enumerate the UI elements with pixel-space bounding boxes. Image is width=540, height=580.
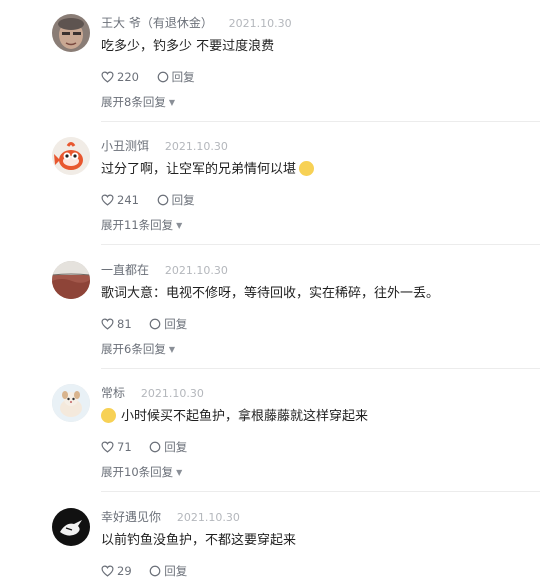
reply-button[interactable]: 回复 <box>149 316 187 332</box>
reply-label: 回复 <box>171 193 195 207</box>
expand-replies-button[interactable]: 展开11条回复 ▼ <box>101 217 182 233</box>
like-count: 71 <box>117 440 132 454</box>
comment-actions: 241 回复 <box>101 192 209 208</box>
username[interactable]: 幸好遇见你 <box>101 510 161 524</box>
expand-replies-label: 展开6条回复 <box>101 342 166 356</box>
username[interactable]: 常标 <box>101 386 125 400</box>
expand-replies-button[interactable]: 展开10条回复 ▼ <box>101 464 182 480</box>
heart-icon <box>101 71 114 83</box>
reply-label: 回复 <box>164 564 188 578</box>
comment-text: 以前钓鱼没鱼护，不都这要穿起来 <box>101 533 297 548</box>
comment-text-content: 过分了啊，让空军的兄弟情何以堪 <box>101 162 297 177</box>
smile-face-emoji-icon <box>101 408 116 423</box>
shy-face-emoji-icon <box>299 161 315 176</box>
heart-icon <box>101 318 114 330</box>
comment-header: 常标 2021.10.30 <box>101 385 204 402</box>
like-button[interactable]: 29 <box>101 564 132 578</box>
comment-bubble-icon <box>149 318 161 330</box>
reply-button[interactable]: 回复 <box>157 192 195 208</box>
like-button[interactable]: 71 <box>101 440 132 454</box>
chevron-down-icon: ▼ <box>168 98 175 107</box>
avatar[interactable] <box>52 14 90 52</box>
like-count: 81 <box>117 317 132 331</box>
comment-header: 小丑测饵 2021.10.30 <box>101 138 228 155</box>
like-button[interactable]: 220 <box>101 70 139 84</box>
divider <box>101 244 540 245</box>
timestamp: 2021.10.30 <box>176 511 240 524</box>
divider <box>101 121 540 122</box>
divider <box>101 491 540 492</box>
chevron-down-icon: ▼ <box>176 468 183 477</box>
divider <box>101 368 540 369</box>
reply-label: 回复 <box>164 317 188 331</box>
avatar[interactable] <box>52 508 90 546</box>
comment-header: 王大 爷（有退休金） 2021.10.30 <box>101 15 292 32</box>
heart-icon <box>101 194 114 206</box>
comment-bubble-icon <box>157 71 168 83</box>
chevron-down-icon: ▼ <box>168 345 175 354</box>
comment-text-content: 小时候买不起鱼护，拿根藤藤就这样穿起来 <box>121 409 369 424</box>
reply-button[interactable]: 回复 <box>149 439 187 455</box>
comment-actions: 220 回复 <box>101 69 209 85</box>
comment-header: 一直都在 2021.10.30 <box>101 262 228 279</box>
reply-label: 回复 <box>164 440 188 454</box>
comment-text: 小时候买不起鱼护，拿根藤藤就这样穿起来 <box>101 408 368 426</box>
expand-replies-button[interactable]: 展开6条回复 ▼ <box>101 341 175 357</box>
avatar[interactable] <box>52 137 90 175</box>
comment-text: 过分了啊，让空军的兄弟情何以堪 <box>101 161 315 179</box>
avatar[interactable] <box>52 384 90 422</box>
chevron-down-icon: ▼ <box>176 221 183 230</box>
heart-icon <box>101 441 114 453</box>
like-count: 29 <box>117 564 132 578</box>
username[interactable]: 王大 爷（有退休金） <box>101 16 213 30</box>
comment-header: 幸好遇见你 2021.10.30 <box>101 509 240 526</box>
expand-replies-button[interactable]: 展开8条回复 ▼ <box>101 94 175 110</box>
avatar[interactable] <box>52 261 90 299</box>
username[interactable]: 一直都在 <box>101 263 149 277</box>
comment-actions: 71 回复 <box>101 439 201 455</box>
timestamp: 2021.10.30 <box>164 264 228 277</box>
comment-list: 王大 爷（有退休金） 2021.10.30 吃多少，钓多少 不要过度浪费 220… <box>0 0 540 578</box>
heart-icon <box>101 565 114 577</box>
reply-button[interactable]: 回复 <box>149 563 187 579</box>
reply-button[interactable]: 回复 <box>157 69 195 85</box>
timestamp: 2021.10.30 <box>228 17 292 30</box>
reply-label: 回复 <box>171 70 195 84</box>
comment-bubble-icon <box>157 194 168 206</box>
comment-bubble-icon <box>149 565 161 577</box>
username[interactable]: 小丑测饵 <box>101 139 149 153</box>
expand-replies-label: 展开11条回复 <box>101 218 174 232</box>
comment-text: 歌词大意：电视不修呀，等待回收，实在稀碎，往外一丢。 <box>101 286 440 301</box>
like-button[interactable]: 81 <box>101 317 132 331</box>
comment-text: 吃多少，钓多少 不要过度浪费 <box>101 39 275 54</box>
comment-bubble-icon <box>149 441 161 453</box>
expand-replies-label: 展开10条回复 <box>101 465 174 479</box>
comment-actions: 81 回复 <box>101 316 201 332</box>
comment-actions: 29 回复 <box>101 563 201 579</box>
like-button[interactable]: 241 <box>101 193 139 207</box>
timestamp: 2021.10.30 <box>140 387 204 400</box>
timestamp: 2021.10.30 <box>164 140 228 153</box>
like-count: 220 <box>117 70 139 84</box>
like-count: 241 <box>117 193 139 207</box>
expand-replies-label: 展开8条回复 <box>101 95 166 109</box>
